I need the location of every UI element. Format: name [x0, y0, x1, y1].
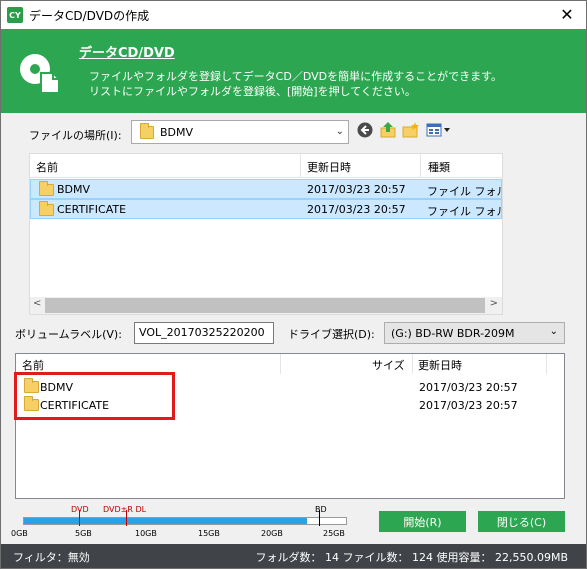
location-label: ファイルの場所(I):	[29, 129, 122, 142]
file-browser-list[interactable]: ^ 名前 更新日時 種類 BDMV 2017/03/23 20:57 ファイル …	[29, 153, 503, 315]
scroll-left-icon[interactable]: <	[33, 298, 41, 309]
location-dropdown[interactable]: BDMV ⌄	[131, 120, 349, 144]
sort-ascending-icon: ^	[162, 153, 170, 161]
volume-label-input[interactable]: VOL_20170325220200	[134, 322, 274, 344]
row-type: ファイル フォルダー	[427, 205, 502, 218]
start-button[interactable]: 開始(R)	[379, 511, 466, 532]
row-type: ファイル フォルダー	[427, 185, 502, 198]
list-header: ^ 名前 更新日時 種類	[30, 154, 502, 178]
item-date: 2017/03/23 20:57	[419, 399, 518, 412]
row-date: 2017/03/23 20:57	[307, 183, 406, 196]
capacity-tick: 5GB	[75, 529, 92, 538]
dialog-window: CY データCD/DVDの作成 ✕ データCD/DVD ファイルやフォルダを登録…	[0, 0, 587, 569]
capacity-tick: 10GB	[135, 529, 157, 538]
new-folder-icon[interactable]	[402, 121, 420, 139]
header-banner: データCD/DVD ファイルやフォルダを登録してデータCD／DVDを簡単に作成す…	[1, 29, 586, 113]
up-folder-icon[interactable]	[379, 121, 397, 139]
summary-status: フォルダ数： 14 ファイル数： 124 使用容量： 22,550.09MB	[255, 551, 569, 564]
chevron-down-icon: ⌄	[549, 326, 558, 337]
horizontal-scrollbar[interactable]: < >	[30, 297, 502, 314]
drive-select-label: ドライブ選択(D):	[288, 328, 375, 341]
scroll-right-icon[interactable]: >	[490, 298, 498, 309]
dvd-dl-marker	[126, 510, 127, 526]
header-description: ファイルやフォルダを登録してデータCD／DVDを簡単に作成することができます。 …	[89, 69, 502, 99]
description-line-2: リストにファイルやフォルダを登録後、[開始]を押してください。	[89, 85, 416, 98]
close-button[interactable]: 閉じる(C)	[478, 511, 565, 532]
column-name[interactable]: 名前	[22, 357, 44, 373]
scrollbar-thumb[interactable]	[45, 298, 485, 313]
app-icon: CY	[7, 7, 23, 23]
capacity-tick: 20GB	[261, 529, 283, 538]
column-name[interactable]: 名前	[36, 159, 58, 175]
drive-value: (G:) BD-RW BDR-209M	[391, 327, 515, 340]
table-row[interactable]: BDMV 2017/03/23 20:57 ファイル フォルダー	[30, 179, 502, 199]
row-date: 2017/03/23 20:57	[307, 203, 406, 216]
row-name: CERTIFICATE	[57, 203, 127, 216]
column-date[interactable]: 更新日時	[307, 159, 351, 175]
dvd-dl-mark-label: DVD±R DL	[103, 505, 147, 514]
location-value: BDMV	[160, 125, 194, 139]
highlight-annotation	[14, 372, 175, 420]
list-header: 名前 サイズ 更新日時	[16, 354, 564, 374]
column-size[interactable]: サイズ	[372, 357, 405, 373]
volume-label: ボリュームラベル(V):	[15, 328, 122, 341]
folder-icon	[39, 201, 54, 216]
filter-status: フィルタ：無効	[13, 551, 90, 564]
row-name: BDMV	[57, 183, 91, 196]
header-title: データCD/DVD	[79, 46, 175, 61]
description-line-1: ファイルやフォルダを登録してデータCD／DVDを簡単に作成することができます。	[89, 70, 502, 83]
column-date[interactable]: 更新日時	[418, 357, 462, 373]
capacity-bar	[23, 517, 347, 525]
drive-select-dropdown[interactable]: (G:) BD-RW BDR-209M ⌄	[384, 322, 565, 344]
view-menu-icon[interactable]	[426, 121, 452, 139]
folder-icon	[140, 122, 154, 139]
close-icon[interactable]: ✕	[558, 6, 576, 24]
status-bar: フィルタ：無効 フォルダ数： 14 ファイル数： 124 使用容量： 22,55…	[1, 544, 586, 568]
dvd-marker	[79, 510, 80, 526]
capacity-tick: 25GB	[323, 529, 345, 538]
table-row[interactable]: CERTIFICATE 2017/03/23 20:57 ファイル フォルダー	[30, 199, 502, 219]
folder-icon	[39, 181, 54, 196]
disc-icon	[20, 54, 60, 94]
capacity-tick: 0GB	[11, 529, 28, 538]
back-icon[interactable]	[356, 121, 374, 139]
chevron-down-icon: ⌄	[335, 126, 344, 137]
window-title: データCD/DVDの作成	[29, 8, 150, 23]
bd-marker	[319, 510, 320, 526]
title-bar: CY データCD/DVDの作成 ✕	[1, 1, 586, 29]
capacity-tick: 15GB	[198, 529, 220, 538]
item-date: 2017/03/23 20:57	[419, 381, 518, 394]
column-type[interactable]: 種類	[428, 159, 450, 175]
bd-mark-label: BD	[315, 505, 327, 514]
capacity-fill	[24, 518, 308, 524]
